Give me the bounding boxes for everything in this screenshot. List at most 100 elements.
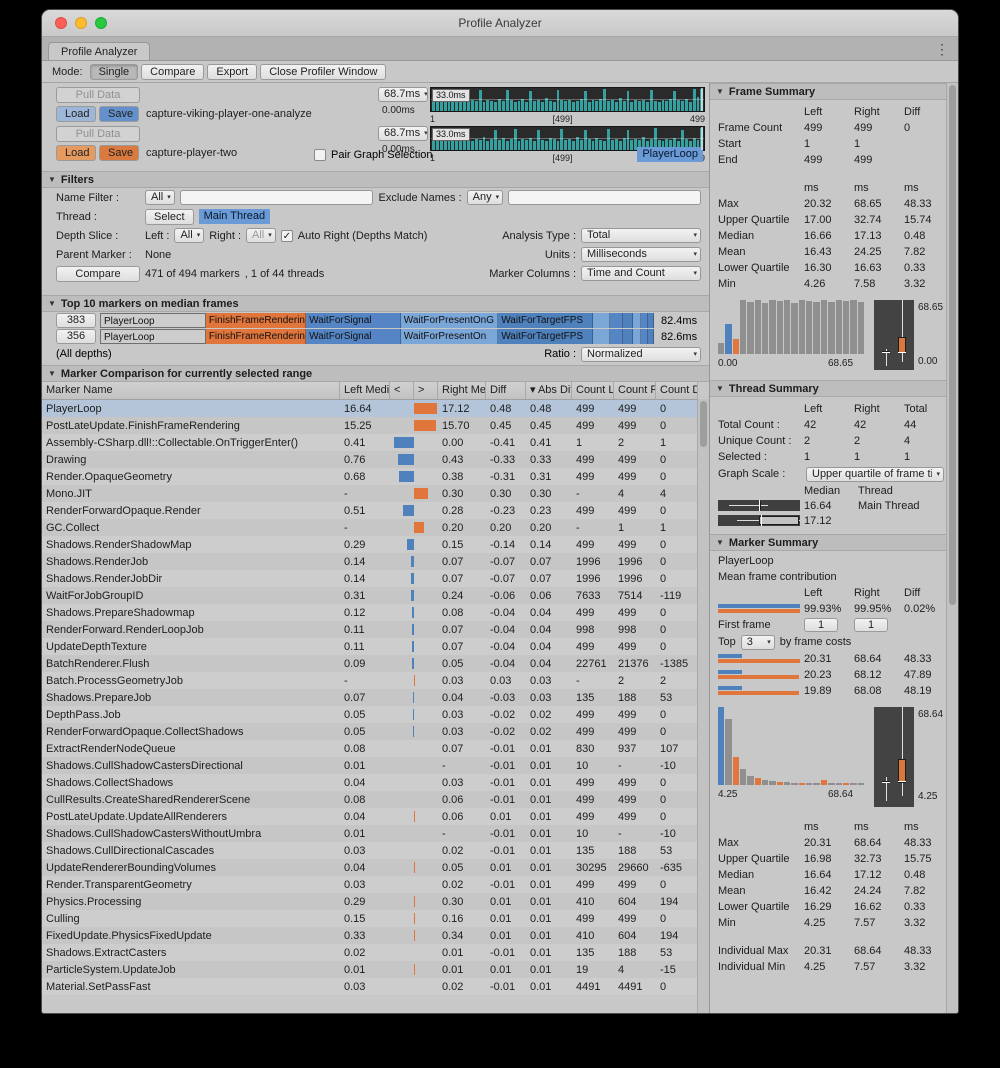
range-dropdown-left[interactable]: 68.7ms▾ xyxy=(378,87,428,102)
median-column-header[interactable]: Median xyxy=(804,485,858,497)
marker-segment[interactable] xyxy=(641,313,648,328)
range-dropdown-right[interactable]: 68.7ms▾ xyxy=(378,126,428,141)
table-row[interactable]: BatchRenderer.Flush0.090.05-0.040.042276… xyxy=(42,655,698,672)
mode-single-button[interactable]: Single xyxy=(90,64,139,80)
kebab-menu-icon[interactable]: ⋮ xyxy=(935,41,949,58)
table-row[interactable]: Shadows.CullDirectionalCascades0.030.02-… xyxy=(42,842,698,859)
table-row[interactable]: ExtractRenderNodeQueue0.080.07-0.010.018… xyxy=(42,740,698,757)
marker-segment[interactable] xyxy=(623,329,633,344)
units-dropdown[interactable]: Milliseconds▾ xyxy=(581,247,701,262)
load-button-left[interactable]: Load xyxy=(56,106,96,122)
marker-segment[interactable] xyxy=(593,313,610,328)
marker-segment[interactable] xyxy=(610,329,623,344)
marker-segment[interactable]: WaitForPresentOnG xyxy=(401,313,498,328)
thread-row[interactable]: 16.64Main Thread xyxy=(710,498,946,513)
frame-time-graph-left[interactable]: 33.0ms xyxy=(430,87,705,112)
first-frame-right-button[interactable]: 1 xyxy=(854,618,888,632)
top-n-dropdown[interactable]: 3▾ xyxy=(741,635,775,650)
column-header[interactable]: Marker Name xyxy=(42,382,340,399)
frame-index-button[interactable]: 383 xyxy=(56,313,96,328)
load-button-right[interactable]: Load xyxy=(56,145,96,161)
table-row[interactable]: DepthPass.Job0.050.03-0.020.024994990 xyxy=(42,706,698,723)
compare-button[interactable]: Compare xyxy=(56,266,140,282)
column-header[interactable]: Left Median xyxy=(340,382,390,399)
depth-left-dropdown[interactable]: All▾ xyxy=(174,228,204,243)
table-row[interactable]: Culling0.150.160.010.014994990 xyxy=(42,910,698,927)
table-row[interactable]: UpdateRendererBoundingVolumes0.040.050.0… xyxy=(42,859,698,876)
table-row[interactable]: CullResults.CreateSharedRendererScene0.0… xyxy=(42,791,698,808)
marker-segment[interactable]: FinishFrameRendering xyxy=(206,329,306,344)
table-row[interactable]: Mono.JIT-0.300.300.30-44 xyxy=(42,485,698,502)
column-header[interactable]: Count Right xyxy=(614,382,656,399)
export-button[interactable]: Export xyxy=(207,64,257,80)
threshold-label-right[interactable]: 33.0ms xyxy=(432,128,470,141)
column-header[interactable]: Count Left xyxy=(572,382,614,399)
table-row[interactable]: Physics.Processing0.290.300.010.01410604… xyxy=(42,893,698,910)
thread-column-header[interactable]: Thread xyxy=(858,485,946,497)
marker-segment[interactable]: PlayerLoop xyxy=(100,313,206,328)
table-row[interactable]: RenderForwardOpaque.CollectShadows0.050.… xyxy=(42,723,698,740)
marker-columns-dropdown[interactable]: Time and Count▾ xyxy=(581,266,701,281)
exclude-names-input[interactable] xyxy=(508,190,701,205)
mode-compare-button[interactable]: Compare xyxy=(141,64,204,80)
table-row[interactable]: Shadows.PrepareShadowmap0.120.08-0.040.0… xyxy=(42,604,698,621)
scrollbar-thumb[interactable] xyxy=(700,401,707,447)
depth-right-dropdown[interactable]: All▾ xyxy=(246,228,276,243)
marker-segment[interactable]: WaitForSignal xyxy=(306,313,401,328)
column-header[interactable]: ▾ Abs Diff xyxy=(526,382,572,399)
column-header[interactable]: < xyxy=(390,382,414,399)
minimize-window-button[interactable] xyxy=(75,17,87,29)
save-button-right[interactable]: Save xyxy=(99,145,139,161)
close-window-button[interactable] xyxy=(55,17,67,29)
top10-header[interactable]: ▼Top 10 markers on median frames xyxy=(42,295,709,312)
frame-summary-header[interactable]: ▼Frame Summary xyxy=(710,83,946,100)
name-filter-mode-dropdown[interactable]: All▾ xyxy=(145,190,175,205)
table-row[interactable]: UpdateDepthTexture0.110.07-0.040.0449949… xyxy=(42,638,698,655)
zoom-window-button[interactable] xyxy=(95,17,107,29)
table-row[interactable]: Shadows.RenderShadowMap0.290.15-0.140.14… xyxy=(42,536,698,553)
thread-select-button[interactable]: Select xyxy=(145,209,194,225)
table-row[interactable]: Drawing0.760.43-0.330.334994990 xyxy=(42,451,698,468)
marker-summary-header[interactable]: ▼Marker Summary xyxy=(710,534,946,551)
title-bar[interactable]: Profile Analyzer xyxy=(42,10,958,37)
marker-table-scrollbar[interactable] xyxy=(697,399,709,1013)
table-row[interactable]: Shadows.CollectShadows0.040.03-0.010.014… xyxy=(42,774,698,791)
table-row[interactable]: PlayerLoop16.6417.120.480.484994990 xyxy=(42,400,698,417)
column-header[interactable]: Diff xyxy=(486,382,526,399)
ratio-dropdown[interactable]: Normalized▾ xyxy=(581,347,701,362)
marker-segment[interactable]: PlayerLoop xyxy=(100,329,206,344)
thread-summary-header[interactable]: ▼Thread Summary xyxy=(710,380,946,397)
frame-index-button[interactable]: 356 xyxy=(56,329,96,344)
pull-data-button[interactable]: Pull Data xyxy=(56,87,140,103)
table-row[interactable]: Shadows.RenderJob0.140.07-0.070.07199619… xyxy=(42,553,698,570)
marker-segment[interactable] xyxy=(648,329,654,344)
save-button-left[interactable]: Save xyxy=(99,106,139,122)
analysis-type-dropdown[interactable]: Total▾ xyxy=(581,228,701,243)
marker-segment[interactable]: WaitForTargetFPS xyxy=(498,313,593,328)
marker-segment[interactable]: WaitForTargetFPS xyxy=(498,329,593,344)
table-row[interactable]: Material.SetPassFast0.030.02-0.010.01449… xyxy=(42,978,698,995)
thread-row[interactable]: 17.12 xyxy=(710,513,946,528)
table-row[interactable]: ParticleSystem.UpdateJob0.010.010.010.01… xyxy=(42,961,698,978)
marker-segment[interactable]: WaitForPresentOn xyxy=(401,329,498,344)
table-row[interactable]: Assembly-CSharp.dll!::Collectable.OnTrig… xyxy=(42,434,698,451)
table-row[interactable]: WaitForJobGroupID0.310.24-0.060.06763375… xyxy=(42,587,698,604)
table-row[interactable]: Shadows.ExtractCasters0.020.01-0.010.011… xyxy=(42,944,698,961)
marker-segment[interactable] xyxy=(633,313,641,328)
marker-segment[interactable] xyxy=(623,313,633,328)
table-row[interactable]: GC.Collect-0.200.200.20-11 xyxy=(42,519,698,536)
close-profiler-window-button[interactable]: Close Profiler Window xyxy=(260,64,386,80)
column-header[interactable]: > xyxy=(414,382,438,399)
auto-right-checkbox[interactable]: ✓ xyxy=(281,230,293,242)
column-header[interactable]: Right Median xyxy=(438,382,486,399)
selected-marker-label[interactable]: PlayerLoop xyxy=(637,147,703,162)
marker-segment[interactable] xyxy=(610,313,623,328)
marker-stack-bar[interactable]: PlayerLoopFinishFrameRenderingWaitForSig… xyxy=(100,329,657,344)
table-row[interactable]: RenderForward.RenderLoopJob0.110.07-0.04… xyxy=(42,621,698,638)
column-header[interactable]: Count Delta xyxy=(656,382,698,399)
graph-scale-dropdown[interactable]: Upper quartile of frame ti▾ xyxy=(806,467,944,482)
marker-stack-bar[interactable]: PlayerLoopFinishFrameRenderingWaitForSig… xyxy=(100,313,657,328)
table-row[interactable]: Shadows.CullShadowCastersDirectional0.01… xyxy=(42,757,698,774)
table-row[interactable]: RenderForwardOpaque.Render0.510.28-0.230… xyxy=(42,502,698,519)
table-row[interactable]: FixedUpdate.PhysicsFixedUpdate0.330.340.… xyxy=(42,927,698,944)
